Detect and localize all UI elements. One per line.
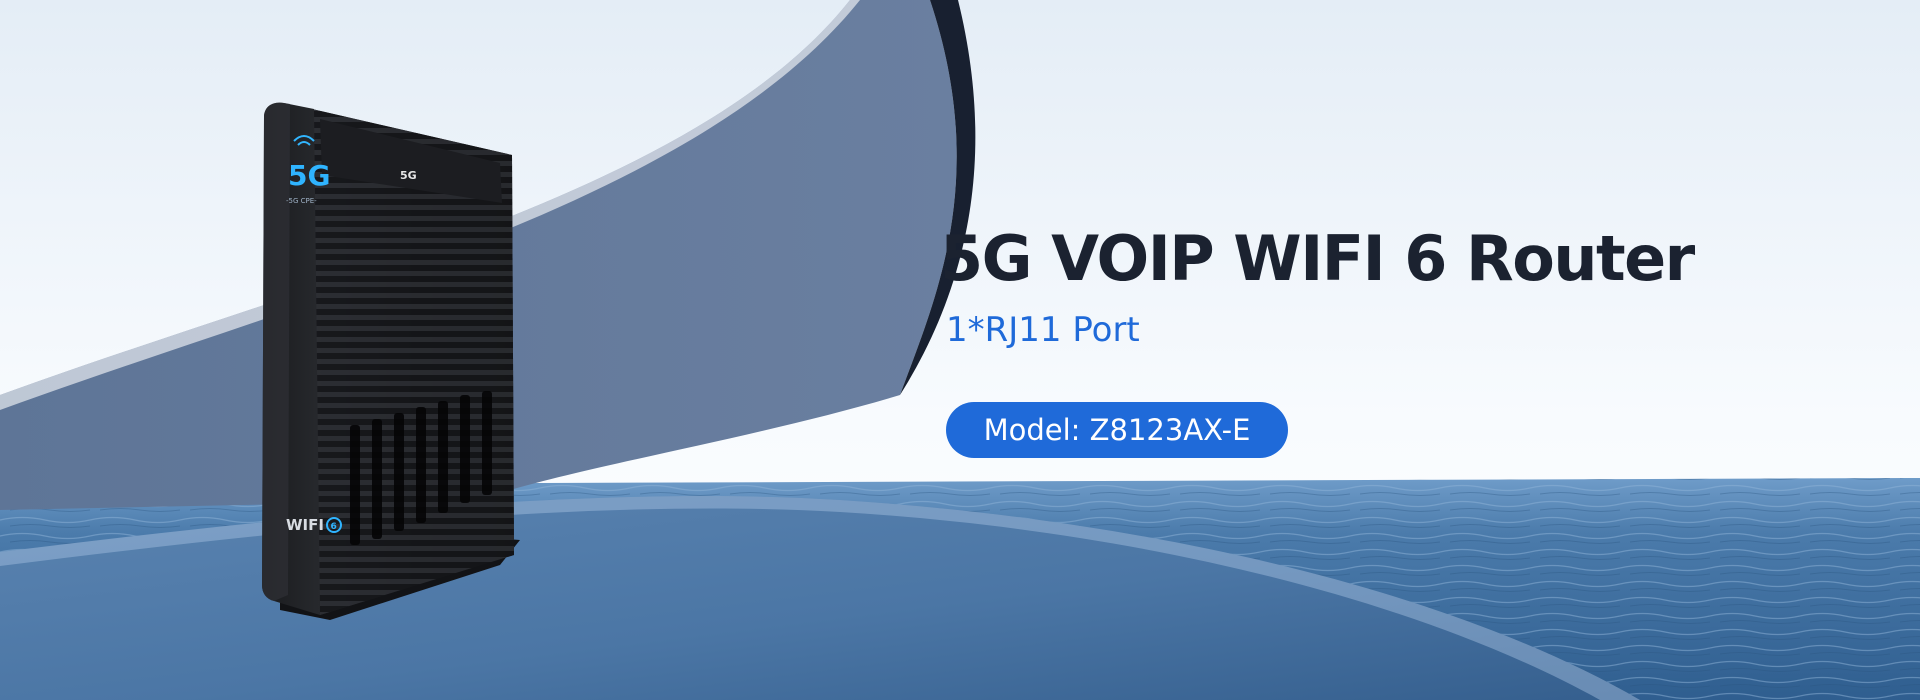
top-logo-text: 5G <box>400 169 417 182</box>
router-device-image: 5G -5G CPE- 5G WIFI 6 <box>262 102 520 620</box>
hero-banner: 5G -5G CPE- 5G WIFI 6 5G VOIP WIFI 6 Rou… <box>0 0 1920 700</box>
badge-main-text: 5G <box>288 159 330 192</box>
banner-subtitle: 1*RJ11 Port <box>946 310 1140 350</box>
wifi-label-text: WIFI <box>286 516 324 534</box>
model-badge: Model: Z8123AX-E <box>946 402 1288 458</box>
badge-sub-text: -5G CPE- <box>286 197 317 205</box>
wifi-label: WIFI 6 <box>286 516 342 534</box>
banner-title: 5G VOIP WIFI 6 Router <box>940 222 1695 295</box>
wifi-generation-text: 6 <box>331 522 337 532</box>
